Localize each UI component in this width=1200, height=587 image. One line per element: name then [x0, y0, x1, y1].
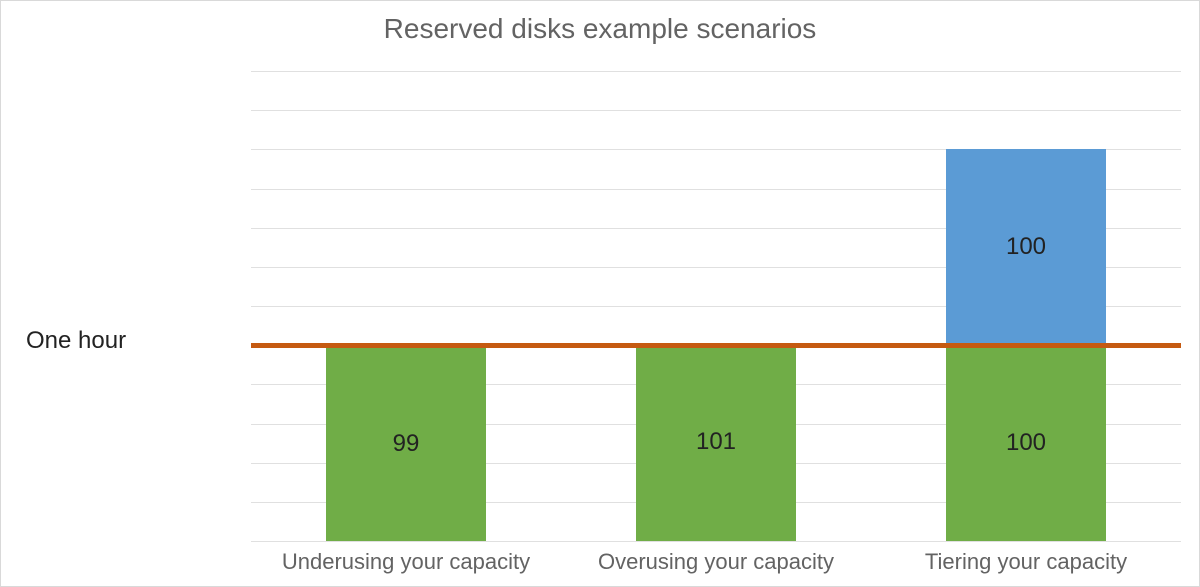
bar-value-label: 100: [946, 233, 1106, 261]
bar-segment-green: 99: [326, 347, 486, 541]
bar-segment-green: 101: [636, 343, 796, 541]
category-label: Underusing your capacity: [251, 549, 561, 575]
bar-group: 99: [326, 347, 486, 541]
bar-segment-green: 100: [946, 345, 1106, 541]
bar-segment-blue: 100: [946, 149, 1106, 345]
chart-title: Reserved disks example scenarios: [1, 13, 1199, 45]
bar-group: 101: [636, 343, 796, 541]
reference-line-label: One hour: [26, 327, 126, 355]
chart-frame: Reserved disks example scenarios One hou…: [0, 0, 1200, 587]
category-label: Tiering your capacity: [871, 549, 1181, 575]
bar-value-label: 100: [946, 429, 1106, 457]
plot-area: 99 101 100 100: [251, 71, 1181, 541]
gridline: [251, 541, 1181, 542]
bars-layer: 99 101 100 100: [251, 71, 1181, 541]
category-label: Overusing your capacity: [561, 549, 871, 575]
bar-value-label: 99: [326, 430, 486, 458]
reference-line: [251, 343, 1181, 348]
bar-value-label: 101: [636, 428, 796, 456]
